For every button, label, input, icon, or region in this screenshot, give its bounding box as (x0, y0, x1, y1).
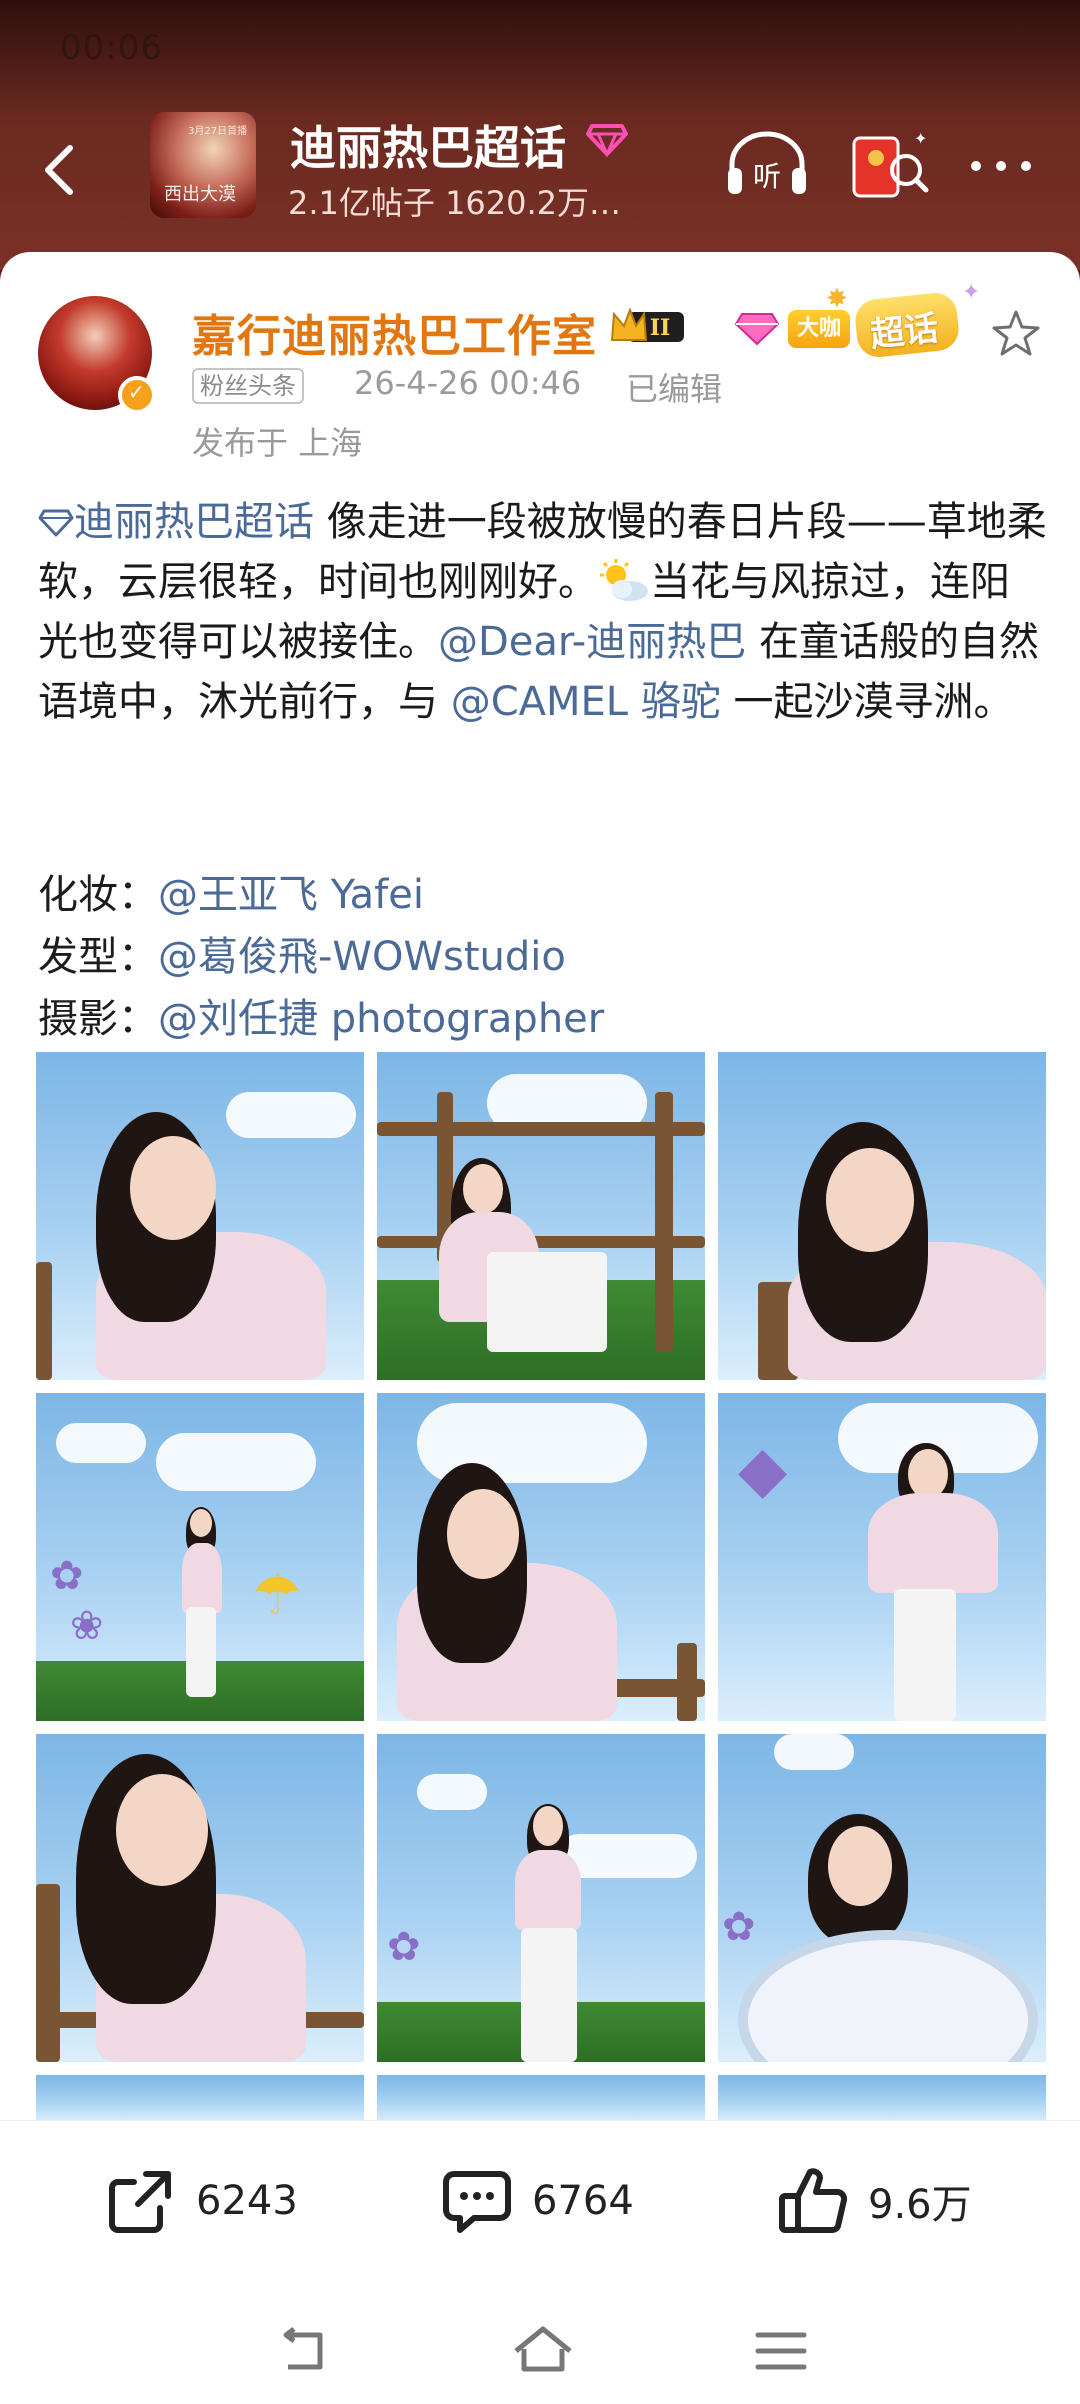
credit-makeup-link[interactable]: @王亚飞 Yafei (158, 872, 424, 918)
post-text: 迪丽热巴超话 像走进一段被放慢的春日片段——草地柔软，云层很轻，时间也刚刚好。 … (38, 492, 1048, 732)
credit-photo: 摄影：@刘任捷 photographer (38, 996, 605, 1042)
credits: 化妆：@王亚飞 Yafei 发型：@葛俊飛-WOWstudio 摄影：@刘任捷 … (38, 864, 604, 1050)
star-burst-icon: ✸ (826, 284, 848, 314)
poster-title: 西出大漠 (164, 184, 236, 205)
share-count: 6243 (196, 2178, 298, 2224)
bottom-action-bar: 6243 6764 9.6万 (0, 2120, 1080, 2404)
photo-grid: ✿ ❀ ☂ ◆ ✿ ✿ (36, 1052, 1046, 2122)
sun-behind-cloud-icon (600, 559, 648, 601)
photo-10[interactable] (36, 2075, 364, 2122)
credit-hair: 发型：@葛俊飛-WOWstudio (38, 934, 566, 980)
like-count: 9.6万 (868, 2182, 972, 2228)
crown-level-icon: II (610, 307, 684, 342)
poster-date: 3月27日首播 (188, 126, 248, 137)
topic-title[interactable]: 迪丽热巴超话 (290, 112, 566, 178)
svg-text:✦: ✦ (914, 129, 927, 148)
post-location: 发布于 上海 (192, 424, 363, 462)
listen-icon[interactable]: 听 (724, 128, 810, 200)
photo-2[interactable] (377, 1052, 705, 1380)
photo-1[interactable] (36, 1052, 364, 1380)
nav-back-icon[interactable] (268, 2321, 338, 2381)
crown-level: II (650, 315, 671, 341)
sparkle-icon: ✦ (962, 280, 981, 305)
mention-camel[interactable]: @CAMEL 骆驼 (451, 679, 721, 725)
topic-header: 00:06 3月27日首播 西出大漠 迪丽热巴超话 2.1亿帖子 1620.2万… (0, 0, 1080, 270)
like-button[interactable]: 9.6万 (776, 2161, 972, 2241)
post-time: 26-4-26 00:46 (354, 364, 582, 402)
photo-7[interactable] (36, 1734, 364, 2062)
chaohua-badge: 超话 ✦ ✸ (826, 280, 982, 366)
comment-count: 6764 (532, 2178, 634, 2224)
topic-avatar[interactable]: 3月27日首播 西出大漠 (150, 112, 256, 218)
photo-12[interactable] (718, 2075, 1046, 2122)
mention-dear[interactable]: @Dear-迪丽热巴 (438, 619, 746, 665)
credit-makeup: 化妆：@王亚飞 Yafei (38, 872, 424, 918)
share-icon (109, 2171, 171, 2233)
photo-4[interactable]: ✿ ❀ ☂ (36, 1393, 364, 1721)
credit-photo-link[interactable]: @刘任捷 photographer (158, 996, 604, 1042)
photo-5[interactable] (377, 1393, 705, 1721)
redpacket-icon[interactable]: ✦ (850, 128, 930, 200)
photo-8[interactable]: ✿ (377, 1734, 705, 2062)
photo-11[interactable] (377, 2075, 705, 2122)
edited-label[interactable]: 已编辑 (626, 364, 722, 410)
credit-hair-link[interactable]: @葛俊飛-WOWstudio (158, 934, 566, 980)
photo-3[interactable] (718, 1052, 1046, 1380)
photo-6[interactable]: ◆ (718, 1393, 1046, 1721)
status-time: 00:06 (60, 28, 163, 68)
topic-stats: 2.1亿帖子 1620.2万… (288, 184, 622, 222)
verified-badge-icon (118, 376, 156, 414)
photo-9[interactable]: ✿ (718, 1734, 1046, 2062)
listen-label: 听 (753, 160, 781, 193)
back-icon[interactable] (36, 140, 84, 200)
author-name[interactable]: 嘉行迪丽热巴工作室 (192, 300, 597, 364)
gem-icon (586, 124, 628, 158)
like-icon (779, 2168, 848, 2233)
nav-home-icon[interactable] (508, 2321, 578, 2381)
post-card: 嘉行迪丽热巴工作室 II 大咖 超话 ✦ ✸ 粉丝头条 26-4-26 00:4… (0, 252, 1080, 2122)
star-icon[interactable] (990, 308, 1042, 360)
post-text-part4: 一起沙漠寻洲。 (720, 679, 1014, 725)
share-button[interactable]: 6243 (104, 2161, 298, 2241)
gem-icon (38, 509, 74, 537)
comment-icon (443, 2171, 511, 2233)
gem-icon (734, 313, 780, 346)
topic-link[interactable]: 迪丽热巴超话 (74, 499, 314, 545)
nav-menu-icon[interactable] (746, 2321, 816, 2381)
comment-button[interactable]: 6764 (440, 2161, 634, 2241)
chaohua-label: 超话 (868, 308, 941, 356)
fan-headline-tag: 粉丝头条 (192, 368, 304, 404)
more-icon[interactable] (966, 148, 1036, 184)
